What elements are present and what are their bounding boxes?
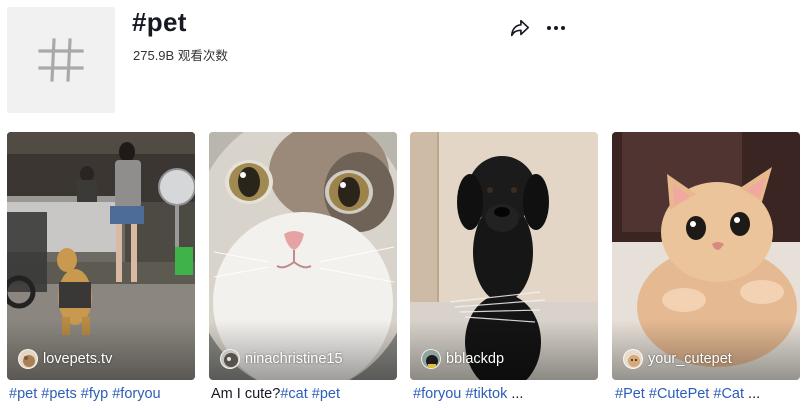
hashtag-link[interactable]: #foryou: [413, 386, 461, 402]
hashtag-link[interactable]: #cat: [280, 386, 307, 402]
hashtag-link[interactable]: #tiktok: [465, 386, 507, 402]
author-name: ninachristine15: [245, 351, 343, 367]
video-card[interactable]: ninachristine15: [209, 132, 397, 380]
hashtag-link[interactable]: #pet: [312, 386, 340, 402]
video-card[interactable]: your_cutepet: [612, 132, 800, 380]
view-count-value: 275.9B: [133, 48, 175, 63]
page-title: #pet: [132, 7, 187, 37]
caption-text: Am I cute?: [211, 386, 281, 402]
video-card[interactable]: bblackdp: [410, 132, 598, 380]
hashtag-link[interactable]: #Cat: [713, 386, 744, 402]
video-caption: Am I cute?#cat #pet: [211, 386, 399, 402]
author-name: bblackdp: [446, 351, 505, 367]
caption-text: ...: [744, 386, 761, 402]
hashtag-link[interactable]: #Pet: [615, 386, 645, 402]
video-caption: #pet #pets #fyp #foryou: [9, 386, 197, 402]
video-author[interactable]: lovepets.tv: [18, 349, 112, 369]
video-author[interactable]: your_cutepet: [623, 349, 732, 369]
caption-text: ...: [507, 386, 524, 402]
avatar: [421, 349, 441, 369]
avatar: [220, 349, 240, 369]
video-caption: #Pet #CutePet #Cat ...: [615, 386, 803, 402]
hashtag-link[interactable]: #foryou: [112, 386, 160, 402]
hashtag-icon: [38, 38, 84, 82]
hashtag-link[interactable]: #CutePet: [649, 386, 709, 402]
avatar: [18, 349, 38, 369]
hashtag-link[interactable]: #fyp: [81, 386, 108, 402]
more-options-button[interactable]: [542, 14, 570, 42]
video-author[interactable]: bblackdp: [421, 349, 504, 369]
author-name: lovepets.tv: [43, 351, 113, 367]
view-count: 275.9B 观看次数: [133, 45, 228, 64]
ellipsis-icon: [547, 26, 565, 30]
video-caption: #foryou #tiktok ...: [413, 386, 601, 402]
author-name: your_cutepet: [648, 351, 732, 367]
avatar: [623, 349, 643, 369]
video-card[interactable]: lovepets.tv: [7, 132, 195, 380]
share-button[interactable]: [506, 14, 534, 42]
share-arrow-icon: [510, 19, 530, 37]
hashtag-thumbnail: [7, 7, 115, 113]
view-count-label: 观看次数: [177, 48, 228, 63]
hashtag-link[interactable]: #pets: [41, 386, 76, 402]
hashtag-link[interactable]: #pet: [9, 386, 37, 402]
video-author[interactable]: ninachristine15: [220, 349, 343, 369]
